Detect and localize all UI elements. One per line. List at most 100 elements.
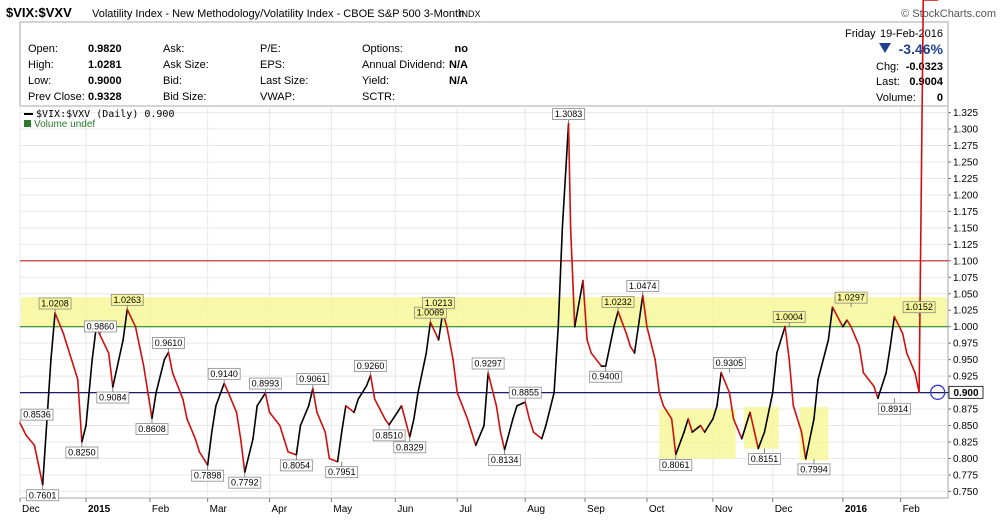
annotation-label: 0.7792 [231,478,259,488]
annotation-label: 1.0232 [604,297,632,307]
annotation-label: 0.8061 [662,460,690,470]
annotation-label: 0.8134 [491,455,519,465]
quote-label: Bid Size: [163,91,206,103]
x-tick-label: Dec [22,504,40,515]
x-tick-label: Dec [775,504,793,515]
quote-label: Ask Size: [163,59,209,71]
y-tick-label: 0.925 [953,372,978,383]
quote-label: SCTR: [362,91,395,103]
y-tick-label: 1.025 [953,306,978,317]
y-tick-label: 1.075 [953,273,978,284]
y-tick-label: 0.800 [953,454,978,465]
annotation-label: 1.0152 [905,302,933,312]
x-tick-label: Sep [587,504,605,515]
annotation-label: 0.7898 [194,471,222,481]
quote-label: P/E: [260,43,281,55]
quote-label: Last Size: [260,75,308,87]
y-tick-label: 1.325 [953,108,978,119]
x-tick-label: Oct [649,504,665,515]
quote-label: Open: [28,43,58,55]
symbol-title: $VIX:$VXV [6,5,72,20]
last-value: 0.9004 [909,76,944,88]
legend-volume-swatch [24,120,31,127]
x-tick-label: Apr [272,504,288,515]
y-tick-label: 1.000 [953,322,978,333]
y-tick-label: 1.250 [953,158,978,169]
annotation-label: 0.9061 [299,374,327,384]
chart-root: $VIX:$VXV Volatility Index - New Methodo… [0,0,1002,524]
quote-date: 19-Feb-2016 [880,28,943,40]
x-tick-label: May [333,504,352,515]
annotation-label: 0.9305 [716,358,744,368]
annotation-label: 1.0474 [629,281,657,291]
chg-value: -0.0323 [906,61,943,73]
quote-value: N/A [449,59,468,71]
quote-value: N/A [449,75,468,87]
pct-change: -3.46% [899,41,944,57]
annotation-label: 1.3083 [555,109,583,119]
exchange-label: INDX [459,9,481,19]
annotation-label: 0.8993 [252,379,280,389]
x-tick-label: Feb [152,504,170,515]
annotation-label: 0.8536 [23,410,51,420]
annotation-label: 0.8151 [751,454,779,464]
x-tick-label: Aug [527,504,545,515]
x-tick-label: 2015 [88,504,111,515]
y-tick-label: 1.125 [953,240,978,251]
annotation-label: 0.8608 [138,424,166,434]
annotation-label: 0.7994 [800,464,828,474]
annotation-label: 0.7601 [29,490,57,500]
y-tick-label: 0.875 [953,405,978,416]
annotation-label: 0.9084 [99,393,127,403]
quote-value: 0.9000 [88,75,122,87]
stockchart-svg: $VIX:$VXV Volatility Index - New Methodo… [6,0,996,515]
y-tick-label: 1.100 [953,256,978,267]
chg-label: Chg: [876,61,899,73]
annotation-label: 0.8510 [375,430,403,440]
volume-value: 0 [937,92,943,104]
annotation-label: 0.9297 [474,359,502,369]
annotation-label: 0.8914 [881,404,909,414]
volume-label: Volume: [876,92,916,104]
annotation-label: 0.8054 [283,460,311,470]
y-tick-label: 0.775 [953,470,978,481]
annotation-label: 1.0004 [775,312,803,322]
quote-label: Annual Dividend: [362,59,445,71]
quote-value: 0.9820 [88,43,122,55]
annotation-label: 0.7951 [328,467,356,477]
annotation-label: 0.8250 [68,448,96,458]
quote-label: Ask: [163,43,184,55]
y-tick-label: 1.150 [953,223,978,234]
y-tick-label: 1.200 [953,190,978,201]
annotation-label: 1.0297 [837,293,865,303]
y-tick-label: 1.175 [953,207,978,218]
x-tick-label: Jul [459,504,472,515]
y-tick-label: 0.825 [953,438,978,449]
annotation-label: 1.0263 [113,295,141,305]
x-tick-label: Feb [903,504,921,515]
annotation-label: 0.8329 [396,442,424,452]
symbol-description: Volatility Index - New Methodology/Volat… [92,8,464,20]
quote-panel [19,21,949,107]
quote-label: High: [28,59,54,71]
x-tick-label: Jun [397,504,413,515]
quote-day: Friday [845,28,876,40]
annotation-label: 1.0208 [41,299,69,309]
source-credit[interactable]: © StockCharts.com [901,8,996,20]
x-tick-label: Mar [210,504,228,515]
y-tick-label: 1.275 [953,141,978,152]
quote-label: Yield: [362,75,389,87]
quote-value: no [455,43,469,55]
quote-label: Low: [28,75,51,87]
highlight-band [21,297,947,327]
last-value-label: 0.900 [953,388,978,399]
quote-value: 0.9328 [88,91,122,103]
y-tick-label: 1.300 [953,125,978,136]
y-tick-label: 0.750 [953,487,978,498]
annotation-label: 0.9860 [87,321,115,331]
annotation-label: 0.9260 [357,361,385,371]
y-tick-label: 1.050 [953,289,978,300]
y-tick-label: 1.225 [953,174,978,185]
y-tick-label: 0.850 [953,421,978,432]
last-label: Last: [876,76,900,88]
